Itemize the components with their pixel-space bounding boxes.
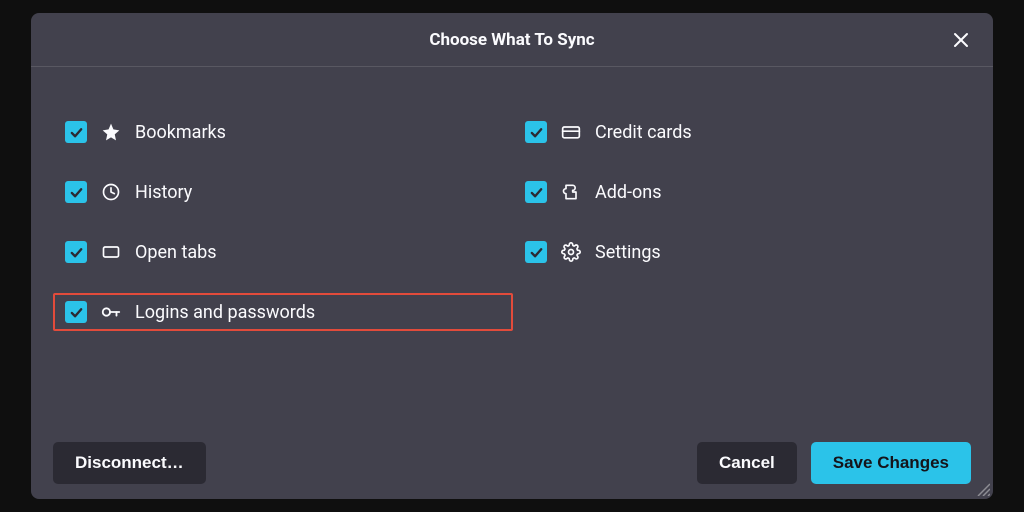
sync-item-label: Settings <box>595 242 661 263</box>
checkbox-open-tabs[interactable] <box>65 241 87 263</box>
check-icon <box>69 305 84 320</box>
sync-item-settings[interactable]: Settings <box>513 233 973 271</box>
dialog-body: Bookmarks History Open tabs <box>31 67 993 427</box>
disconnect-button[interactable]: Disconnect… <box>53 442 206 484</box>
sync-item-credit-cards[interactable]: Credit cards <box>513 113 973 151</box>
tabs-icon <box>100 241 122 263</box>
check-icon <box>69 185 84 200</box>
dialog-header: Choose What To Sync <box>31 13 993 67</box>
checkbox-bookmarks[interactable] <box>65 121 87 143</box>
close-icon <box>952 31 970 49</box>
sync-item-addons[interactable]: Add-ons <box>513 173 973 211</box>
sync-item-open-tabs[interactable]: Open tabs <box>53 233 513 271</box>
addon-icon <box>560 181 582 203</box>
sync-item-bookmarks[interactable]: Bookmarks <box>53 113 513 151</box>
sync-item-label: Bookmarks <box>135 122 226 143</box>
save-button[interactable]: Save Changes <box>811 442 971 484</box>
star-icon <box>100 121 122 143</box>
check-icon <box>529 185 544 200</box>
sync-item-label: Open tabs <box>135 242 217 263</box>
check-icon <box>529 125 544 140</box>
sync-item-label: Add-ons <box>595 182 662 203</box>
card-icon <box>560 121 582 143</box>
sync-dialog: Choose What To Sync Bookmarks <box>31 13 993 499</box>
dialog-title: Choose What To Sync <box>429 30 594 50</box>
checkbox-addons[interactable] <box>525 181 547 203</box>
sync-item-history[interactable]: History <box>53 173 513 211</box>
check-icon <box>69 245 84 260</box>
checkbox-logins[interactable] <box>65 301 87 323</box>
sync-item-logins[interactable]: Logins and passwords <box>53 293 513 331</box>
key-icon <box>100 301 122 323</box>
close-button[interactable] <box>947 26 975 54</box>
check-icon <box>529 245 544 260</box>
sync-column-left: Bookmarks History Open tabs <box>51 113 513 407</box>
gear-icon <box>560 241 582 263</box>
checkbox-settings[interactable] <box>525 241 547 263</box>
resize-grip[interactable] <box>974 480 990 496</box>
sync-item-label: Credit cards <box>595 122 692 143</box>
cancel-button[interactable]: Cancel <box>697 442 797 484</box>
sync-column-right: Credit cards Add-ons Settings <box>513 113 973 407</box>
check-icon <box>69 125 84 140</box>
sync-item-label: Logins and passwords <box>135 302 315 323</box>
sync-item-label: History <box>135 182 192 203</box>
clock-icon <box>100 181 122 203</box>
checkbox-credit-cards[interactable] <box>525 121 547 143</box>
checkbox-history[interactable] <box>65 181 87 203</box>
dialog-footer: Disconnect… Cancel Save Changes <box>31 427 993 499</box>
